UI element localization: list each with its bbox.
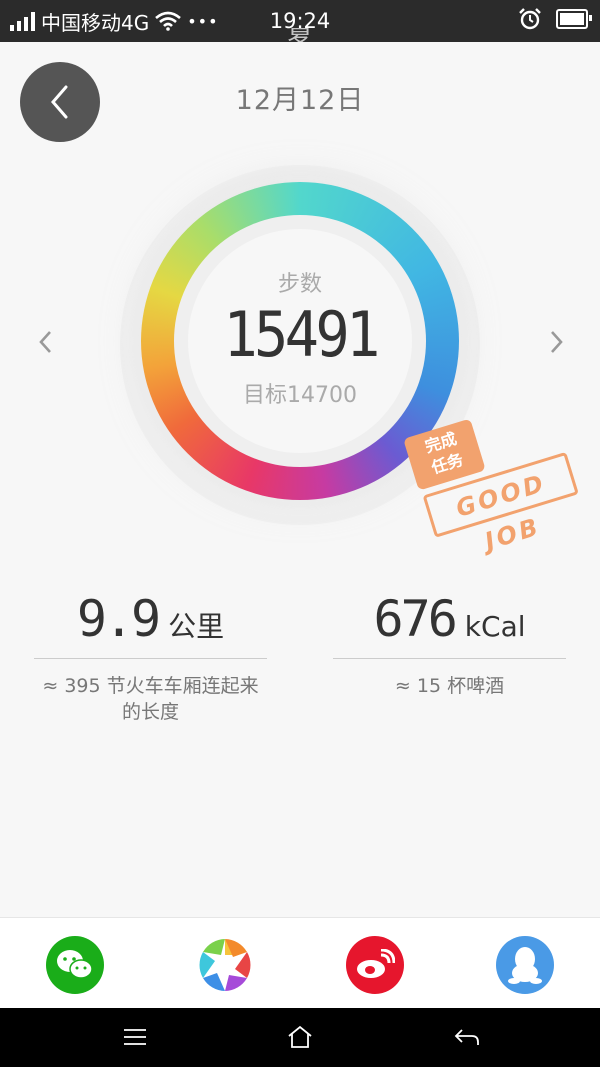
steps-count: 15491: [223, 298, 380, 371]
chevron-left-icon: [39, 331, 51, 353]
calories-stat: 676 kCal ≈ 15 杯啤酒: [333, 590, 566, 699]
distance-unit: 公里: [168, 610, 225, 643]
status-right: [518, 8, 592, 30]
steps-label: 步数: [277, 272, 322, 297]
nav-back-button[interactable]: [450, 1022, 484, 1052]
previous-label-partial: 夏: [0, 28, 600, 42]
home-button[interactable]: [283, 1022, 317, 1052]
date-title: 12月12日: [235, 85, 365, 116]
battery-icon: [556, 9, 592, 29]
wechat-icon: [57, 950, 93, 979]
menu-icon: [124, 1029, 146, 1045]
distance-note: ≈ 395 节火车车厢连起来的长度: [42, 675, 259, 723]
weibo-icon: [357, 949, 395, 978]
share-moments-button[interactable]: [196, 936, 254, 994]
qq-penguin-icon: [508, 947, 542, 984]
distance-value: 9.9: [76, 590, 161, 648]
calories-note: ≈ 15 杯啤酒: [394, 675, 505, 697]
share-qq-button[interactable]: [496, 936, 554, 994]
menu-button[interactable]: [118, 1022, 152, 1052]
calories-value: 676: [373, 590, 457, 648]
back-icon: [454, 1029, 479, 1045]
alarm-icon: [519, 8, 541, 30]
calories-unit: kCal: [464, 610, 526, 643]
share-bar: [0, 917, 600, 1008]
distance-stat: 9.9 公里 ≈ 395 节火车车厢连起来的长度: [34, 590, 267, 725]
system-nav-bar: [0, 1008, 600, 1067]
share-weibo-button[interactable]: [346, 936, 404, 994]
chevron-right-icon: [551, 331, 563, 353]
next-day-button[interactable]: [542, 325, 572, 359]
divider: [333, 658, 566, 659]
aperture-icon: [199, 939, 251, 991]
divider: [34, 658, 267, 659]
share-wechat-button[interactable]: [46, 936, 104, 994]
home-icon: [288, 1025, 312, 1048]
previous-day-button[interactable]: [30, 325, 60, 359]
